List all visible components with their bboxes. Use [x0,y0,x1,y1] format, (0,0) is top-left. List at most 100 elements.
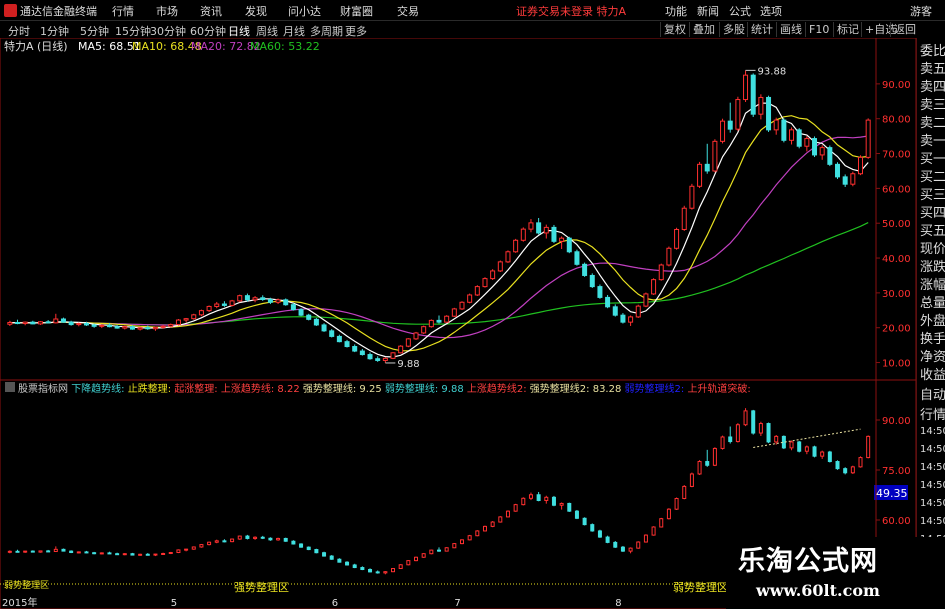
sub-candle [835,461,840,470]
main-candle [520,228,526,241]
quote-label: 收益 [920,368,945,383]
menu-wealth[interactable]: 财富圈 [340,3,373,19]
quote-label: 委比 [920,44,945,59]
sub-candle [375,571,380,574]
sub-candle [643,534,648,543]
menu-functions[interactable]: 功能 [665,3,687,19]
f10-button[interactable]: F10 [805,22,832,37]
main-candle [827,147,833,165]
main-candle [628,316,634,323]
main-kline-chart[interactable]: 特力A (日线) MA5: 68.51 MA10: 68.48 MA20: 72… [0,38,916,380]
sub-candle [651,526,656,536]
sub-y-tick-label: 75.00 [882,466,911,477]
menu-quotes[interactable]: 行情 [112,3,134,19]
main-candle [252,297,258,301]
tab-60min[interactable]: 60分钟 [190,23,226,39]
main-candle [260,297,266,300]
menu-discover[interactable]: 发现 [245,3,267,19]
main-candle [528,222,534,230]
tab-intraday[interactable]: 分时 [8,23,30,39]
sub-y-tick-label: 90.00 [882,416,911,427]
sub-candle [406,560,411,566]
menu-market[interactable]: 市场 [156,3,178,19]
draw-line-button[interactable]: 画线 [776,22,805,37]
multi-stock-button[interactable]: 多股 [719,22,748,37]
sub-candle [636,541,641,549]
sub-candle [712,447,717,466]
main-candle [551,226,557,242]
price-annotation: 93.88 [758,66,787,77]
main-candle [145,327,151,330]
main-candle [574,251,580,265]
back-button[interactable]: 返回 [890,22,919,37]
adjust-button[interactable]: 复权 [660,22,689,37]
main-candle [428,319,434,328]
main-candle [758,96,764,115]
sub-candle [207,541,212,546]
main-candle [566,237,572,253]
sub-candle [689,473,694,487]
main-candle [114,326,120,329]
quote-label: 14:50 [920,480,945,491]
sub-candle [551,496,556,506]
main-candle [543,226,549,234]
menu-formula[interactable]: 公式 [729,3,751,19]
sub-candle [283,537,288,542]
sub-candle [429,549,434,555]
tab-daily[interactable]: 日线 [228,23,250,39]
main-candle [313,318,319,326]
tab-5min[interactable]: 5分钟 [80,23,109,39]
sub-candle [758,423,763,434]
main-candle [290,304,296,311]
main-candle [697,163,703,187]
sub-candle [276,537,281,541]
price-annotation: 9.88 [397,359,419,370]
menu-guest[interactable]: 游客 [910,3,932,19]
menu-options[interactable]: 选项 [760,3,782,19]
menu-trade[interactable]: 交易 [397,3,419,19]
sub-candle [705,461,710,466]
sub-candle [620,546,625,552]
sub-candle [797,441,802,452]
main-candle [835,163,841,178]
sub-candle [253,536,258,539]
tab-more[interactable]: 更多 [345,23,367,39]
tab-monthly[interactable]: 月线 [283,23,305,39]
indicator-settings-icon[interactable] [5,382,15,392]
menu-news[interactable]: 资讯 [200,3,222,19]
mark-button[interactable]: 标记 [833,22,862,37]
main-candle [129,326,135,330]
sub-candle [191,546,196,550]
sub-candle [743,410,748,426]
sub-candle [299,543,304,548]
indicator-legend-item: 上涨趋势线: 8.22 [221,382,303,395]
sub-candle [459,539,464,545]
tab-multi-period[interactable]: 多周期 [310,23,343,39]
stats-button[interactable]: 统计 [747,22,776,37]
tab-weekly[interactable]: 周线 [256,23,278,39]
tab-30min[interactable]: 30分钟 [150,23,186,39]
menu-wenxiaoda[interactable]: 问小达 [288,3,321,19]
main-candle [283,299,289,306]
main-candle [513,239,519,253]
login-warning[interactable]: 证券交易未登录 特力A [516,3,626,19]
indicator-legend-item: 强势整理线: 9.25 [303,382,385,395]
quote-label: 卖二 [920,116,945,131]
sub-candle [352,564,357,569]
sub-candle [383,571,388,574]
tab-1min[interactable]: 1分钟 [40,23,69,39]
main-candle [743,74,749,101]
sub-candle [176,549,181,554]
tab-15min[interactable]: 15分钟 [115,23,151,39]
sub-candle [314,549,319,554]
menu-headlines[interactable]: 新闻 [697,3,719,19]
main-chart-frame [0,38,916,380]
main-candle [137,327,143,330]
sub-candle [199,544,204,548]
sub-candle [107,552,112,555]
overlay-button[interactable]: 叠加 [689,22,718,37]
sub-candle [161,552,166,555]
main-candle [45,321,51,324]
main-candle [858,156,864,175]
value-box-text: 49.35 [876,487,908,500]
